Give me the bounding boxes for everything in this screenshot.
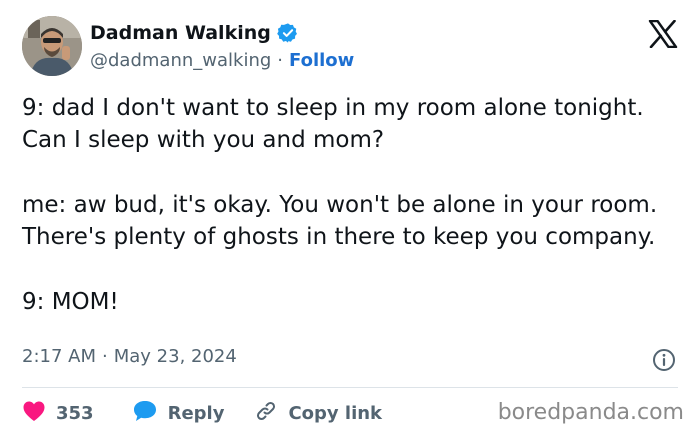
heart-icon: [22, 400, 46, 427]
verified-badge-icon: [277, 22, 299, 44]
tweet-paragraph: 9: dad I don't want to sleep in my room …: [22, 95, 644, 153]
author-handle[interactable]: @dadmann_walking: [90, 50, 271, 71]
tweet-date[interactable]: May 23, 2024: [114, 346, 237, 367]
tweet-paragraph: 9: MOM!: [22, 289, 119, 315]
copy-link-label: Copy link: [288, 402, 383, 424]
divider: [22, 387, 678, 388]
tweet-card: Dadman Walking @dadmann_walking · Follow…: [0, 0, 700, 440]
like-count: 353: [56, 402, 94, 424]
follow-button[interactable]: Follow: [289, 50, 354, 71]
reply-button[interactable]: Reply: [132, 399, 225, 428]
handle-separator: ·: [277, 49, 284, 71]
avatar[interactable]: [22, 16, 82, 76]
link-icon: [254, 399, 278, 428]
tweet-time[interactable]: 2:17 AM: [22, 346, 96, 367]
reply-label: Reply: [167, 402, 225, 424]
reply-bubble-icon: [132, 399, 158, 428]
copy-link-button[interactable]: Copy link: [254, 399, 382, 428]
timestamp-separator: ·: [102, 346, 108, 367]
author-display-name[interactable]: Dadman Walking: [90, 22, 271, 44]
action-bar: 353 Reply Copy link: [22, 398, 382, 428]
tweet-timestamp[interactable]: 2:17 AM · May 23, 2024: [22, 346, 237, 367]
tweet-paragraph: me: aw bud, it's okay. You won't be alon…: [22, 192, 658, 250]
tweet-text: 9: dad I don't want to sleep in my room …: [22, 92, 682, 318]
like-button[interactable]: 353: [22, 400, 94, 427]
x-logo-icon[interactable]: [648, 19, 678, 49]
author-handle-row: @dadmann_walking · Follow: [90, 48, 354, 72]
info-icon[interactable]: [652, 348, 676, 372]
watermark: boredpanda.com: [497, 400, 684, 425]
author-name-row: Dadman Walking: [90, 20, 299, 46]
